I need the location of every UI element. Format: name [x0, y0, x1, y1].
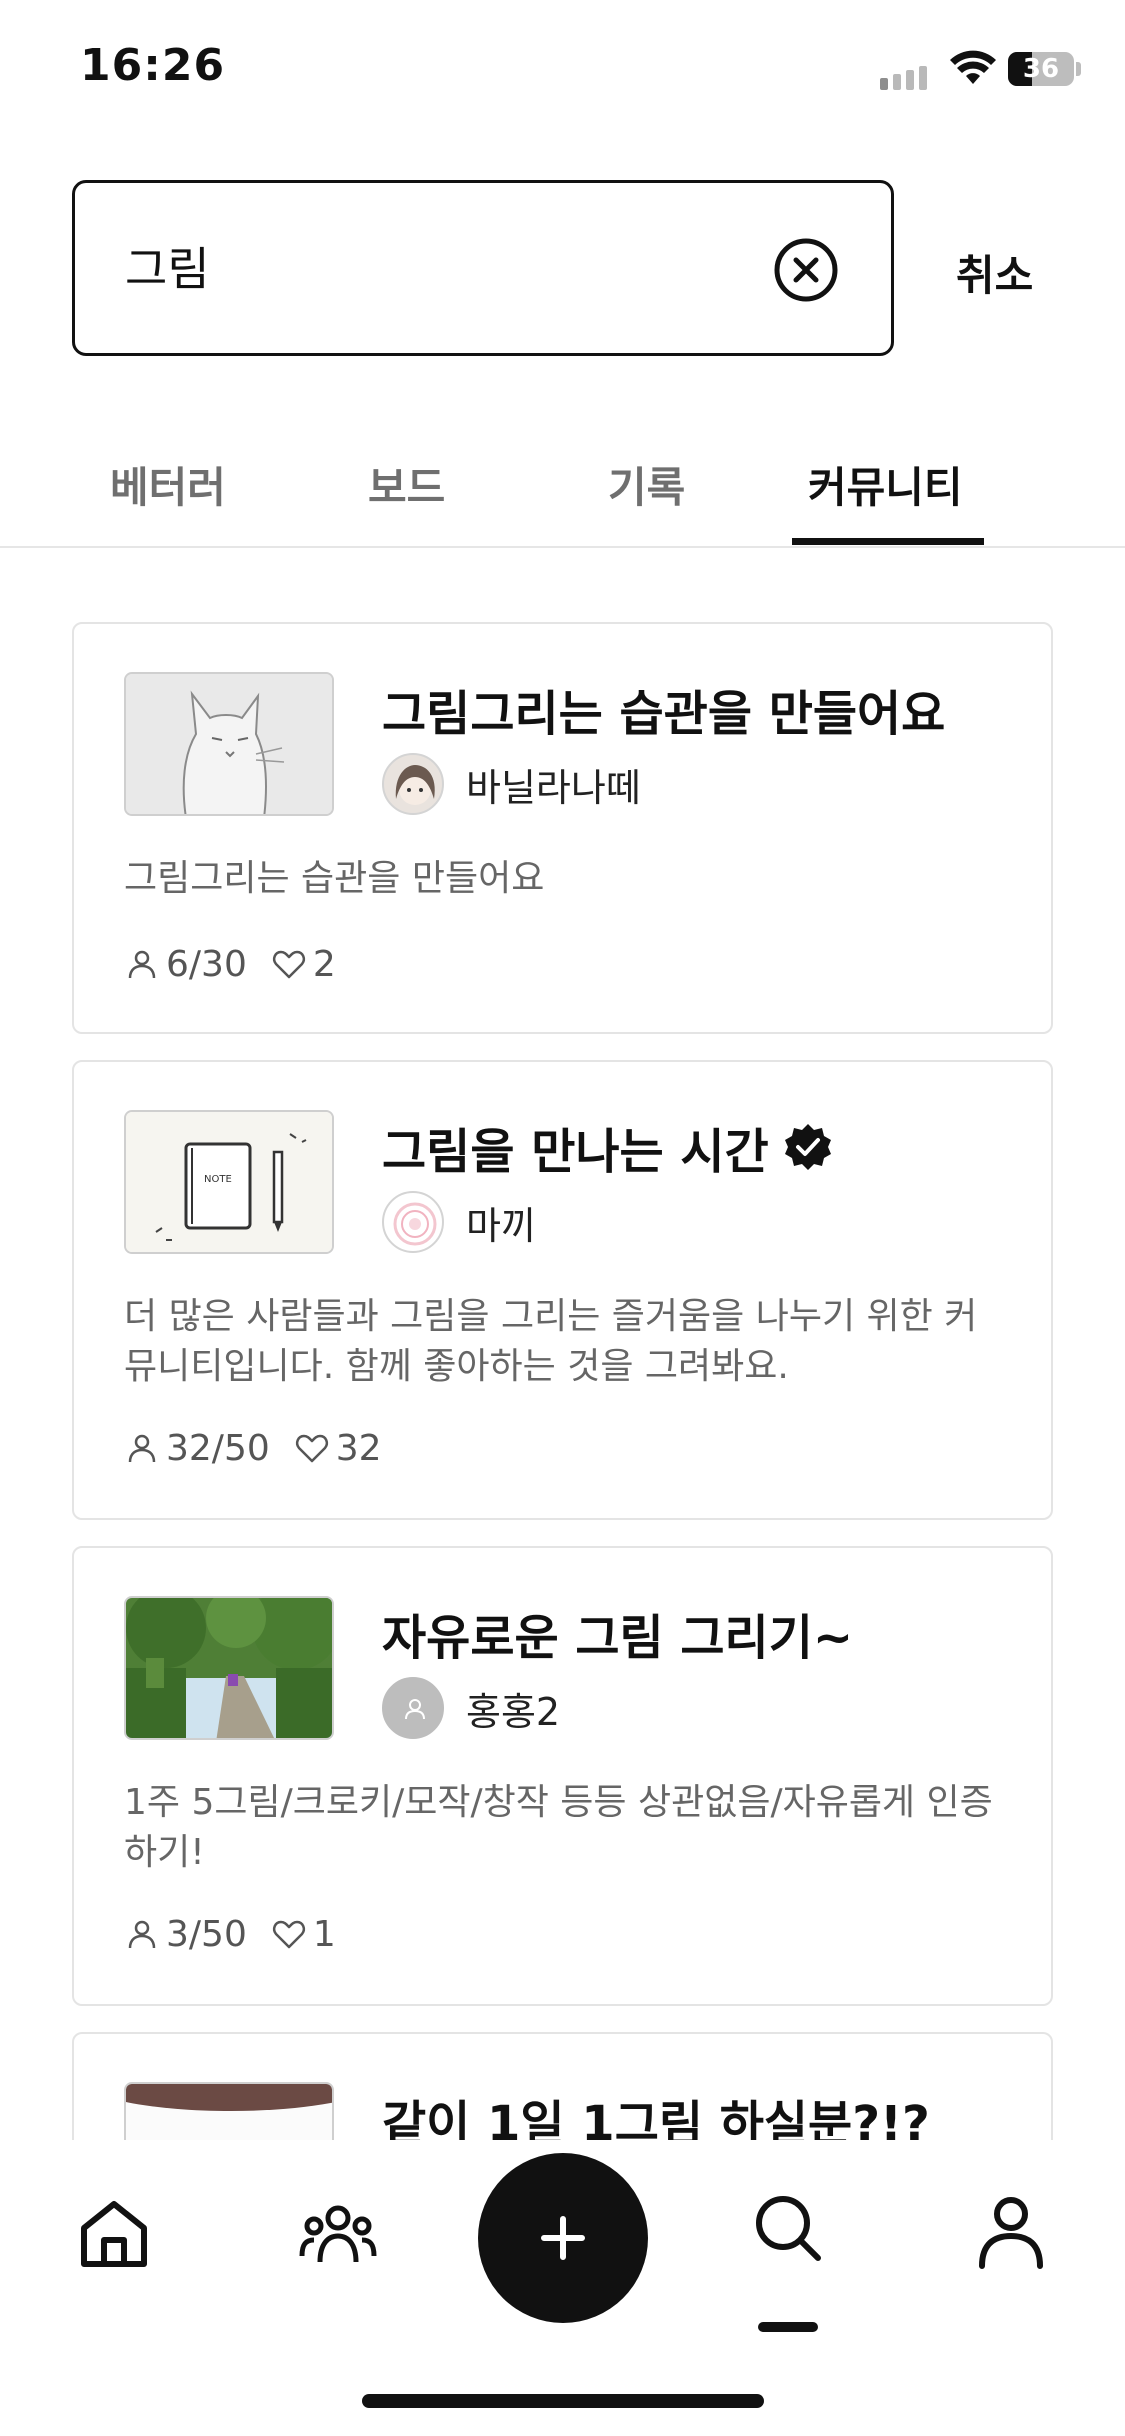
community-stats: 32/50 32 — [124, 1426, 406, 1470]
tab-record[interactable]: 기록 — [608, 454, 685, 515]
community-card[interactable]: 그림그리는 습관을 만들어요 바닐라나떼 그림그리는 습관을 만들어요 6/30… — [72, 622, 1053, 1034]
person-icon — [128, 1920, 156, 1949]
search-icon[interactable] — [752, 2192, 824, 2264]
heart-icon — [272, 950, 305, 979]
battery-icon: 36 — [1008, 52, 1074, 86]
clear-search-icon[interactable] — [773, 237, 839, 303]
community-stats: 6/30 2 — [124, 942, 360, 986]
battery-level: 36 — [1022, 54, 1060, 84]
community-stats: 3/50 1 — [124, 1912, 360, 1956]
community-title: 그림을 만나는 시간 — [382, 1112, 833, 1182]
community-title: 그림그리는 습관을 만들어요 — [382, 686, 946, 742]
tab-betterer[interactable]: 베터러 — [110, 454, 226, 515]
search-query: 그림 — [125, 242, 210, 296]
svg-text:NOTE: NOTE — [204, 1174, 232, 1185]
author-name: 홍홍2 — [466, 1689, 561, 1734]
search-input[interactable]: 그림 — [72, 180, 894, 356]
community-description: 1주 5그림/크로키/모작/창작 등등 상관없음/자유롭게 인증하기! — [124, 1782, 993, 1873]
member-count: 6/30 — [124, 944, 247, 985]
person-icon — [128, 950, 156, 979]
author-avatar — [382, 753, 444, 815]
battery-tip — [1076, 62, 1081, 76]
heart-icon — [295, 1434, 328, 1463]
author-name: 마끼 — [466, 1203, 536, 1248]
status-time: 16:26 — [80, 40, 226, 91]
cancel-button[interactable]: 취소 — [956, 242, 1033, 303]
author-avatar — [382, 1677, 444, 1739]
community-title-text: 그림을 만나는 시간 — [382, 1124, 769, 1180]
member-count: 32/50 — [124, 1428, 270, 1469]
search-tabs: 베터러 보드 기록 커뮤니티 — [0, 430, 1125, 548]
like-count: 32 — [294, 1428, 382, 1469]
plus-icon — [541, 2216, 585, 2260]
home-indicator — [362, 2394, 764, 2408]
community-card[interactable]: NOTE 그림을 만나는 시간 마끼 더 많은 사람들과 그림을 그리는 즐거움… — [72, 1060, 1053, 1520]
home-icon[interactable] — [76, 2196, 152, 2272]
like-count-text: 2 — [312, 943, 336, 985]
tab-community[interactable]: 커뮤니티 — [808, 454, 963, 515]
community-description: 더 많은 사람들과 그림을 그리는 즐거움을 나누기 위한 커뮤니티입니다. 함… — [124, 1296, 978, 1387]
like-count: 1 — [271, 1914, 336, 1955]
tab-board[interactable]: 보드 — [368, 454, 445, 515]
community-thumbnail: NOTE — [124, 1110, 334, 1254]
author-name: 바닐라나떼 — [466, 765, 641, 810]
cellular-signal-icon — [880, 66, 927, 90]
community-thumbnail — [124, 672, 334, 816]
community-author: 바닐라나떼 — [382, 752, 641, 816]
community-author: 마끼 — [382, 1190, 536, 1254]
community-icon[interactable] — [298, 2194, 378, 2274]
active-tab-indicator — [792, 538, 984, 545]
status-bar: 16:26 36 — [0, 0, 1125, 140]
community-author: 홍홍2 — [382, 1676, 560, 1740]
add-button[interactable] — [478, 2153, 648, 2323]
profile-icon[interactable] — [976, 2194, 1046, 2270]
member-count-text: 3/50 — [166, 1913, 247, 1955]
community-description: 그림그리는 습관을 만들어요 — [124, 858, 545, 899]
member-count-text: 6/30 — [166, 943, 247, 985]
member-count: 3/50 — [124, 1914, 247, 1955]
like-count: 2 — [271, 944, 336, 985]
member-count-text: 32/50 — [166, 1427, 270, 1469]
community-card[interactable]: 자유로운 그림 그리기~ 홍홍2 1주 5그림/크로키/모작/창작 등등 상관없… — [72, 1546, 1053, 2006]
active-nav-indicator — [758, 2322, 818, 2332]
author-avatar — [382, 1191, 444, 1253]
community-title: 자유로운 그림 그리기~ — [382, 1610, 854, 1666]
verified-badge-icon — [784, 1124, 831, 1170]
like-count-text: 1 — [312, 1913, 336, 1955]
heart-icon — [272, 1920, 305, 1949]
wifi-icon — [950, 50, 996, 84]
person-icon — [128, 1434, 156, 1463]
community-thumbnail — [124, 1596, 334, 1740]
like-count-text: 32 — [335, 1427, 382, 1469]
